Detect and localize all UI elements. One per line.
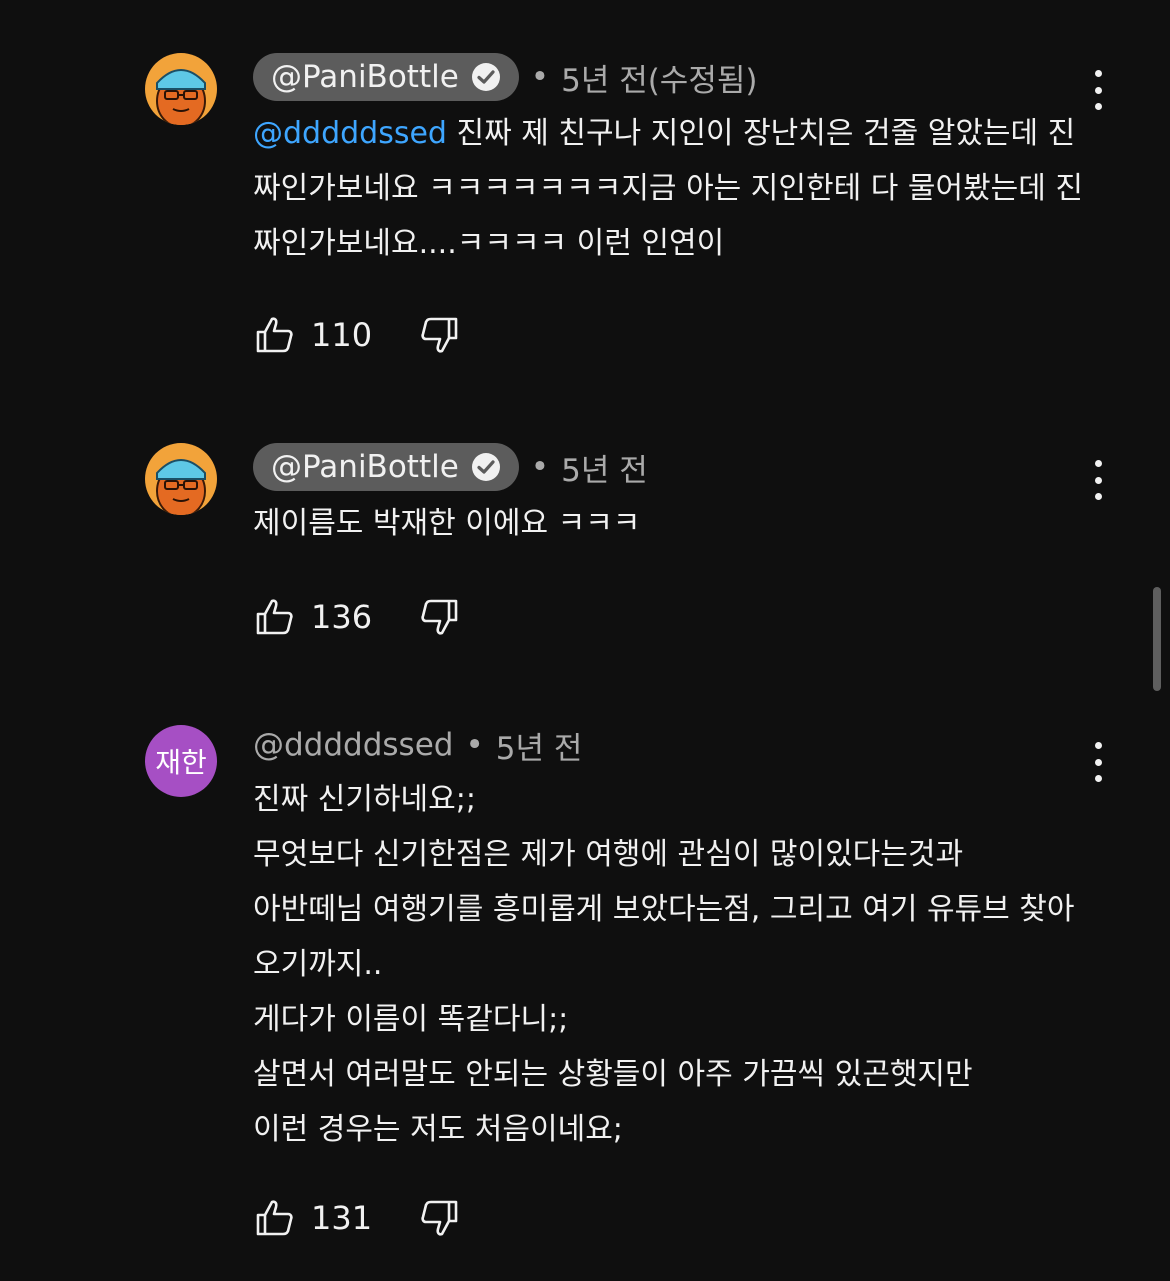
comment-text: 진짜 신기하네요;; 무엇보다 신기한점은 제가 여행에 관심이 많이있다는것과… bbox=[253, 772, 1093, 1157]
comment-header: @dddddssed • 5년 전 bbox=[253, 721, 582, 769]
thumb-up-icon[interactable] bbox=[255, 1198, 295, 1238]
author-name[interactable]: @dddddssed bbox=[253, 727, 453, 763]
creator-avatar-icon[interactable] bbox=[145, 53, 217, 125]
thumb-down-icon[interactable] bbox=[419, 315, 459, 355]
comment-actions: 110 bbox=[255, 315, 459, 355]
thumb-down-icon[interactable] bbox=[419, 1198, 459, 1238]
author-name: @PaniBottle bbox=[271, 449, 459, 485]
verified-check-icon bbox=[471, 452, 501, 482]
comment-actions: 136 bbox=[255, 597, 459, 637]
comment-text: @dddddssed 진짜 제 친구나 지인이 장난치은 건줄 알았는데 진짜인… bbox=[253, 106, 1093, 271]
separator-dot: • bbox=[465, 727, 484, 763]
like-count: 131 bbox=[311, 1199, 373, 1237]
author-badge[interactable]: @PaniBottle bbox=[253, 443, 519, 491]
comment-body: 진짜 신기하네요;; 무엇보다 신기한점은 제가 여행에 관심이 많이있다는것과… bbox=[253, 782, 1075, 1147]
mention-link[interactable]: @dddddssed bbox=[253, 116, 447, 151]
user-avatar[interactable]: 재한 bbox=[145, 725, 217, 797]
comment-header: @PaniBottle • 5년 전 bbox=[253, 443, 648, 491]
scrollbar-thumb[interactable] bbox=[1153, 587, 1161, 691]
more-vertical-icon[interactable] bbox=[1084, 70, 1112, 110]
thumb-up-icon[interactable] bbox=[255, 315, 295, 355]
author-badge[interactable]: @PaniBottle bbox=[253, 53, 519, 101]
separator-dot: • bbox=[530, 449, 550, 485]
thumb-up-icon[interactable] bbox=[255, 597, 295, 637]
comment-body: 제이름도 박재한 이에요 ㅋㅋㅋ bbox=[253, 506, 641, 541]
comment-time[interactable]: 5년 전 bbox=[561, 445, 648, 490]
comment-header: @PaniBottle • 5년 전(수정됨) bbox=[253, 53, 757, 101]
author-name: @PaniBottle bbox=[271, 59, 459, 95]
comment-actions: 131 bbox=[255, 1198, 459, 1238]
thumb-down-icon[interactable] bbox=[419, 597, 459, 637]
comment-text: 제이름도 박재한 이에요 ㅋㅋㅋ bbox=[253, 496, 1093, 551]
comment-time[interactable]: 5년 전 bbox=[496, 723, 583, 768]
like-count: 110 bbox=[311, 316, 373, 354]
separator-dot: • bbox=[530, 59, 550, 95]
verified-check-icon bbox=[471, 62, 501, 92]
creator-avatar-icon[interactable] bbox=[145, 443, 217, 515]
more-vertical-icon[interactable] bbox=[1084, 460, 1112, 500]
like-count: 136 bbox=[311, 598, 373, 636]
comment-time[interactable]: 5년 전(수정됨) bbox=[561, 55, 757, 100]
